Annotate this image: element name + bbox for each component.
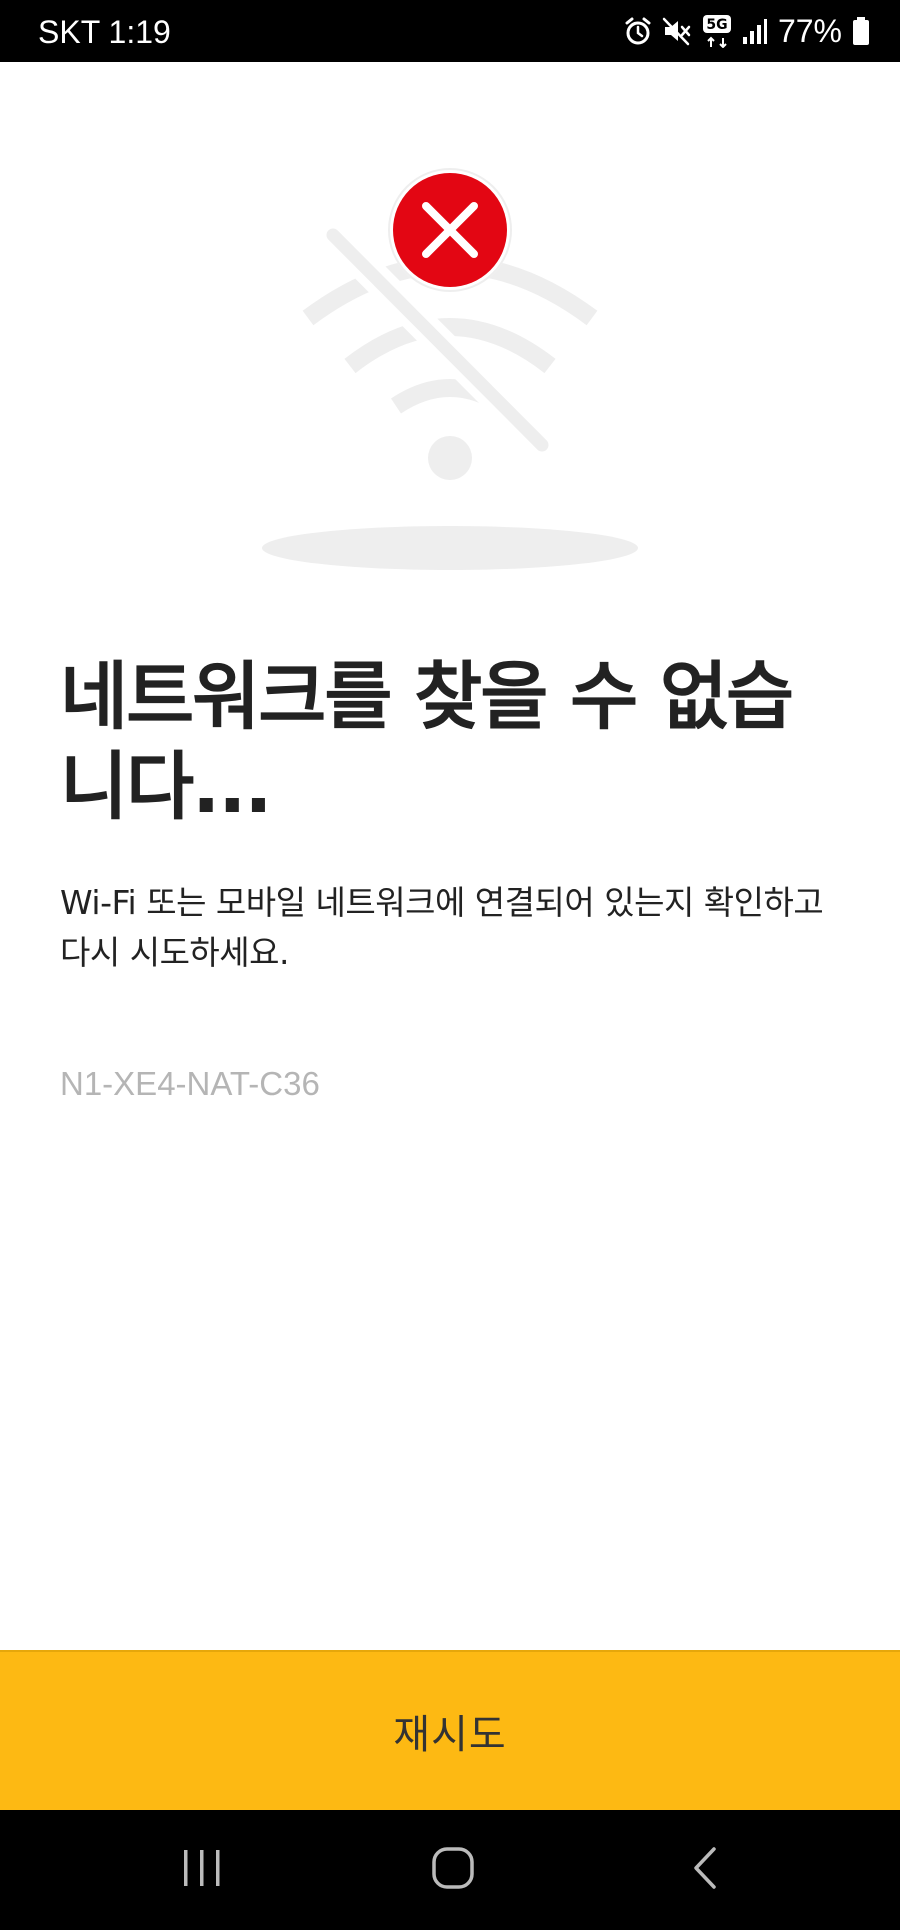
retry-button-label: 재시도 (393, 1713, 507, 1757)
signal-icon (742, 17, 768, 45)
back-icon (690, 1846, 720, 1894)
navigation-bar (0, 1810, 900, 1930)
carrier-time: SKT 1:19 (38, 14, 171, 50)
home-button[interactable] (413, 1840, 493, 1900)
error-code: N1-XE4-NAT-C36 (60, 1065, 320, 1102)
network-error-illustration (250, 160, 650, 580)
5g-icon: 5G (702, 14, 732, 48)
recent-apps-icon (180, 1848, 224, 1892)
battery-percentage: 77% (777, 13, 842, 49)
error-headline: 네트워크를 찾을 수 없습니다... (60, 654, 794, 830)
error-description: Wi-Fi 또는 모바일 네트워크에 연결되어 있는지 확인하고 다시 시도하세… (60, 883, 824, 972)
status-bar: SKT 1:19 5G 77% (0, 0, 900, 62)
error-x-icon (388, 168, 512, 292)
mute-icon (662, 16, 692, 46)
battery-icon (852, 16, 870, 46)
status-icons: 5G 77% (624, 12, 870, 50)
screen: SKT 1:19 5G 77% 네트워크를 찾을 수 없습니다... Wi-Fi… (0, 0, 900, 1930)
home-icon (431, 1846, 475, 1894)
alarm-icon (624, 16, 652, 46)
recent-apps-button[interactable] (162, 1840, 242, 1900)
retry-button[interactable]: 재시도 (0, 1650, 900, 1810)
network-type-label: 5G (706, 17, 727, 33)
back-button[interactable] (665, 1840, 745, 1900)
